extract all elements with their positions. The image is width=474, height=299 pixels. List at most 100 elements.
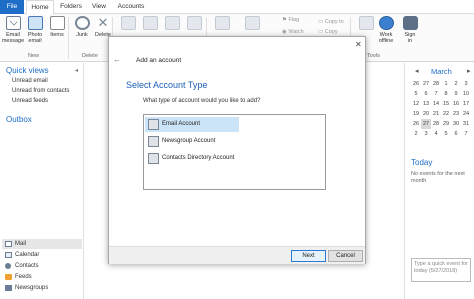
calendar-day[interactable]: 16	[451, 99, 461, 109]
calendar-day[interactable]: 27	[421, 119, 431, 129]
instant-message-button[interactable]	[182, 16, 206, 32]
calendar-day[interactable]: 10	[461, 89, 471, 99]
calendar-week-row: 26 27 28 1 2 3	[411, 79, 473, 89]
today-heading: Today	[411, 158, 433, 167]
option-contacts-directory-account-label: Contacts Directory Account	[162, 155, 235, 161]
photo-icon	[27, 16, 43, 30]
photo-email-button[interactable]: Photo email	[23, 16, 47, 44]
delete-icon	[95, 16, 111, 30]
reply-button[interactable]	[116, 16, 140, 32]
calendar-day[interactable]: 30	[451, 119, 461, 129]
delete-group-label: Delete	[82, 53, 98, 59]
contacts-directory-account-icon	[148, 153, 159, 164]
module-feeds[interactable]: Feeds	[2, 272, 82, 282]
calendar-grid: 26 27 28 1 2 3 5 6 7 8 9 10 12 13 14 15 16 17 19 20 21 22 23 24…	[411, 79, 473, 139]
calendar-day[interactable]: 28	[431, 119, 441, 129]
sign-in-button[interactable]: Sign in	[398, 16, 422, 44]
module-contacts-label: Contacts	[15, 263, 39, 269]
back-arrow-icon[interactable]: ←	[113, 55, 121, 64]
module-calendar-label: Calendar	[15, 252, 40, 258]
next-month-icon[interactable]: ▸	[467, 67, 471, 75]
collapse-chevron-icon[interactable]: ◂	[75, 67, 78, 74]
module-contacts[interactable]: Contacts	[2, 261, 82, 271]
email-account-icon	[148, 119, 159, 130]
calendar-day[interactable]: 7	[431, 89, 441, 99]
calendar-week-row: 19 20 21 22 23 24	[411, 109, 473, 119]
calendar-day[interactable]: 6	[421, 89, 431, 99]
move-icon	[244, 16, 260, 30]
option-email-account[interactable]: Email Account	[145, 117, 239, 132]
quick-event-input[interactable]: Type a quick event for today (5/27/2018)	[411, 258, 471, 282]
calendar-day[interactable]: 26	[411, 119, 421, 129]
calendar-day[interactable]: 14	[431, 99, 441, 109]
option-newsgroup-account[interactable]: Newsgroup Account	[145, 134, 239, 149]
nav-item-unread-email[interactable]: Unread email	[12, 78, 48, 84]
copy-to-button[interactable]: ▭ Copy to	[318, 19, 344, 25]
calendar-day[interactable]: 29	[441, 119, 451, 129]
calendar-day[interactable]: 26	[411, 79, 421, 89]
calendar-day[interactable]: 9	[451, 89, 461, 99]
calendar-day[interactable]: 4	[431, 129, 441, 139]
calendar-day[interactable]: 6	[451, 129, 461, 139]
module-mail[interactable]: Mail	[2, 239, 82, 249]
module-calendar[interactable]: Calendar	[2, 250, 82, 260]
calendar-day[interactable]: 3	[461, 79, 471, 89]
calendar-day[interactable]: 19	[411, 109, 421, 119]
calendar-day[interactable]: 3	[421, 129, 431, 139]
calendar-day[interactable]: 17	[461, 99, 471, 109]
calendar-day[interactable]: 23	[451, 109, 461, 119]
calendar-day[interactable]: 13	[421, 99, 431, 109]
items-button[interactable]: Items	[45, 16, 69, 38]
calendar-day[interactable]: 8	[441, 89, 451, 99]
photo-email-label-2: email	[28, 38, 42, 44]
calendar-day[interactable]: 2	[411, 129, 421, 139]
option-contacts-directory-account[interactable]: Contacts Directory Account	[145, 151, 265, 166]
copy-label: Copy	[324, 29, 338, 35]
nav-item-unread-feeds[interactable]: Unread feeds	[12, 98, 48, 104]
calendar-day[interactable]: 15	[441, 99, 451, 109]
next-button[interactable]: Next	[291, 250, 326, 262]
module-newsgroups[interactable]: Newsgroups	[2, 283, 82, 293]
tab-accounts[interactable]: Accounts	[114, 0, 148, 14]
quick-views-heading[interactable]: Quick views	[6, 66, 49, 75]
add-account-dialog: ✕ ← Add an account Select Account Type W…	[108, 36, 366, 264]
close-icon[interactable]: ✕	[355, 40, 362, 49]
calendar-day[interactable]: 7	[461, 129, 471, 139]
calendar-day[interactable]: 31	[461, 119, 471, 129]
email-message-button[interactable]: Email message	[1, 16, 25, 44]
nav-item-outbox[interactable]: Outbox	[6, 115, 32, 124]
calendar-day[interactable]: 2	[451, 79, 461, 89]
work-offline-button[interactable]: Work offline	[374, 16, 398, 44]
forward-button[interactable]	[160, 16, 184, 32]
cancel-button[interactable]: Cancel	[328, 250, 363, 262]
watch-button[interactable]: ◉ Watch	[282, 29, 304, 35]
sign-in-label-2: in	[407, 38, 413, 44]
calendar-day[interactable]: 24	[461, 109, 471, 119]
flag-button[interactable]: ⚑ Flag	[282, 17, 299, 23]
calendar-day[interactable]: 5	[441, 129, 451, 139]
tab-view[interactable]: View	[88, 0, 110, 14]
sign-in-icon	[402, 16, 418, 30]
tab-folders[interactable]: Folders	[56, 0, 86, 14]
reply-all-button[interactable]	[138, 16, 162, 32]
calendar-day[interactable]: 21	[431, 109, 441, 119]
ribbon-separator	[68, 17, 69, 59]
tab-home[interactable]: Home	[26, 0, 54, 15]
calendar-day[interactable]: 12	[411, 99, 421, 109]
copy-button[interactable]: ▭ Copy	[318, 29, 338, 35]
calendar-day[interactable]: 1	[441, 79, 451, 89]
calendar-day[interactable]: 20	[421, 109, 431, 119]
previous-month-icon[interactable]: ◂	[415, 67, 419, 75]
read-unread-button[interactable]	[210, 16, 234, 32]
calendar-day[interactable]: 28	[431, 79, 441, 89]
calendar-day[interactable]: 5	[411, 89, 421, 99]
calendar-day[interactable]: 27	[421, 79, 431, 89]
read-unread-icon	[214, 16, 230, 30]
windows-live-mail-window: File Home Folders View Accounts Email me…	[0, 0, 474, 299]
newsgroups-icon	[5, 285, 12, 291]
dialog-footer: Next Cancel	[109, 246, 365, 264]
move-button[interactable]	[240, 16, 264, 32]
calendar-day[interactable]: 22	[441, 109, 451, 119]
nav-item-unread-from-contacts[interactable]: Unread from contacts	[12, 88, 69, 94]
tab-file[interactable]: File	[0, 0, 24, 14]
